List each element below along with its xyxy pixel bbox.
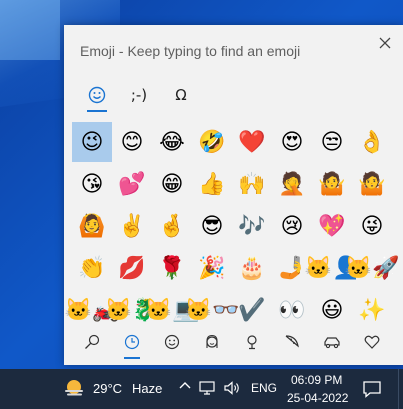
emoji-cell[interactable]: 😎 [192, 206, 232, 246]
emoji-cell[interactable]: 💖 [312, 206, 352, 246]
emoji-cell[interactable]: 🎂 [232, 248, 272, 288]
language-indicator[interactable]: ENG [251, 381, 277, 395]
emoji-cell[interactable]: 😒 [312, 122, 352, 162]
emoji-cell[interactable]: 😘 [72, 164, 112, 204]
emoji-cell[interactable]: 🌹 [152, 248, 192, 288]
tab-symbols[interactable]: Ω [160, 80, 202, 110]
emoji-cell[interactable]: ✌️ [112, 206, 152, 246]
volume-icon[interactable] [223, 380, 241, 396]
clock-date[interactable]: 25-04-2022 [287, 391, 348, 405]
emoji-cell[interactable]: 👀 [272, 290, 312, 330]
emoji-cell[interactable]: 🤦 [272, 164, 312, 204]
category-tabs [72, 328, 396, 359]
heart-icon [364, 335, 380, 349]
emoji-cell[interactable]: 😢 [272, 206, 312, 246]
emoji-cell[interactable]: 😍 [272, 122, 312, 162]
emoji-cell[interactable]: 🙆 [72, 206, 112, 246]
emoji-cell[interactable]: 👏 [72, 248, 112, 288]
location-pin-icon [247, 335, 257, 350]
tab-kaomoji[interactable]: ;-) [118, 80, 160, 110]
emoji-cell[interactable]: ✨ [352, 290, 392, 330]
emoji-cell[interactable]: 😁 [152, 164, 192, 204]
taskbar: 29°C Haze ENG 06:09 PM 25-04-2022 [0, 369, 403, 409]
close-icon [379, 37, 391, 49]
tab-places[interactable] [232, 328, 272, 356]
top-tabs: ;-) Ω [76, 80, 202, 112]
emoji-cell[interactable]: 😂 [152, 122, 192, 162]
emoji-cell[interactable]: 😜 [352, 206, 392, 246]
emoji-cell[interactable]: 👍 [192, 164, 232, 204]
emoji-cell[interactable]: 🙌 [232, 164, 272, 204]
tab-search[interactable] [72, 328, 112, 356]
emoji-cell[interactable]: 🤣 [192, 122, 232, 162]
tab-people[interactable] [192, 328, 232, 356]
emoji-cell[interactable]: 😃 [312, 290, 352, 330]
tab-transport[interactable] [312, 328, 352, 356]
tab-food[interactable] [272, 328, 312, 356]
emoji-panel: Emoji - Keep typing to find an emoji ;-)… [64, 25, 403, 365]
emoji-cell[interactable]: 👌 [352, 122, 392, 162]
tab-hearts[interactable] [352, 328, 392, 356]
emoji-cell[interactable]: 🐱‍🚀 [345, 248, 400, 288]
car-icon [324, 337, 340, 349]
emoji-grid: 😉 😊 😂 🤣 ❤️ 😍 😒 👌 😘 💕 😁 👍 🙌 🤦 🤷 🤷 🙆 ✌️ 🤞 … [65, 122, 400, 330]
emoji-cell[interactable]: 🎉 [192, 248, 232, 288]
emoji-cell[interactable]: ❤️ [232, 122, 272, 162]
weather-condition[interactable]: Haze [132, 381, 162, 396]
search-icon [85, 334, 100, 349]
desktop-window-fragment [0, 0, 60, 60]
emoji-cell[interactable]: 😊 [112, 122, 152, 162]
smiley-icon [88, 86, 106, 104]
chevron-up-icon[interactable] [178, 379, 192, 393]
clock-icon [124, 334, 140, 350]
emoji-cell[interactable]: 🤷 [312, 164, 352, 204]
tab-emoji[interactable] [76, 80, 118, 112]
emoji-cell[interactable]: ✔️ [232, 290, 272, 330]
emoji-cell[interactable]: 🐱‍👓 [185, 290, 240, 330]
clock-time[interactable]: 06:09 PM [291, 373, 342, 387]
emoji-cell[interactable]: 💋 [112, 248, 152, 288]
person-icon [206, 334, 218, 348]
weather-haze-icon[interactable] [63, 378, 85, 400]
network-icon[interactable] [199, 380, 217, 396]
close-button[interactable] [375, 33, 395, 53]
tab-recent[interactable] [112, 328, 152, 359]
emoji-cell[interactable]: 🤷 [352, 164, 392, 204]
weather-temperature[interactable]: 29°C [93, 381, 122, 396]
notification-icon[interactable] [362, 379, 382, 399]
emoji-cell[interactable]: 💕 [112, 164, 152, 204]
show-desktop-button[interactable] [398, 369, 403, 409]
smiley-icon [164, 334, 180, 350]
emoji-cell[interactable]: 😉 [72, 122, 112, 162]
emoji-cell[interactable]: 🤞 [152, 206, 192, 246]
emoji-cell[interactable]: 🎶 [232, 206, 272, 246]
pizza-icon [285, 335, 299, 348]
panel-title: Emoji - Keep typing to find an emoji [80, 43, 301, 59]
tab-smileys[interactable] [152, 328, 192, 356]
